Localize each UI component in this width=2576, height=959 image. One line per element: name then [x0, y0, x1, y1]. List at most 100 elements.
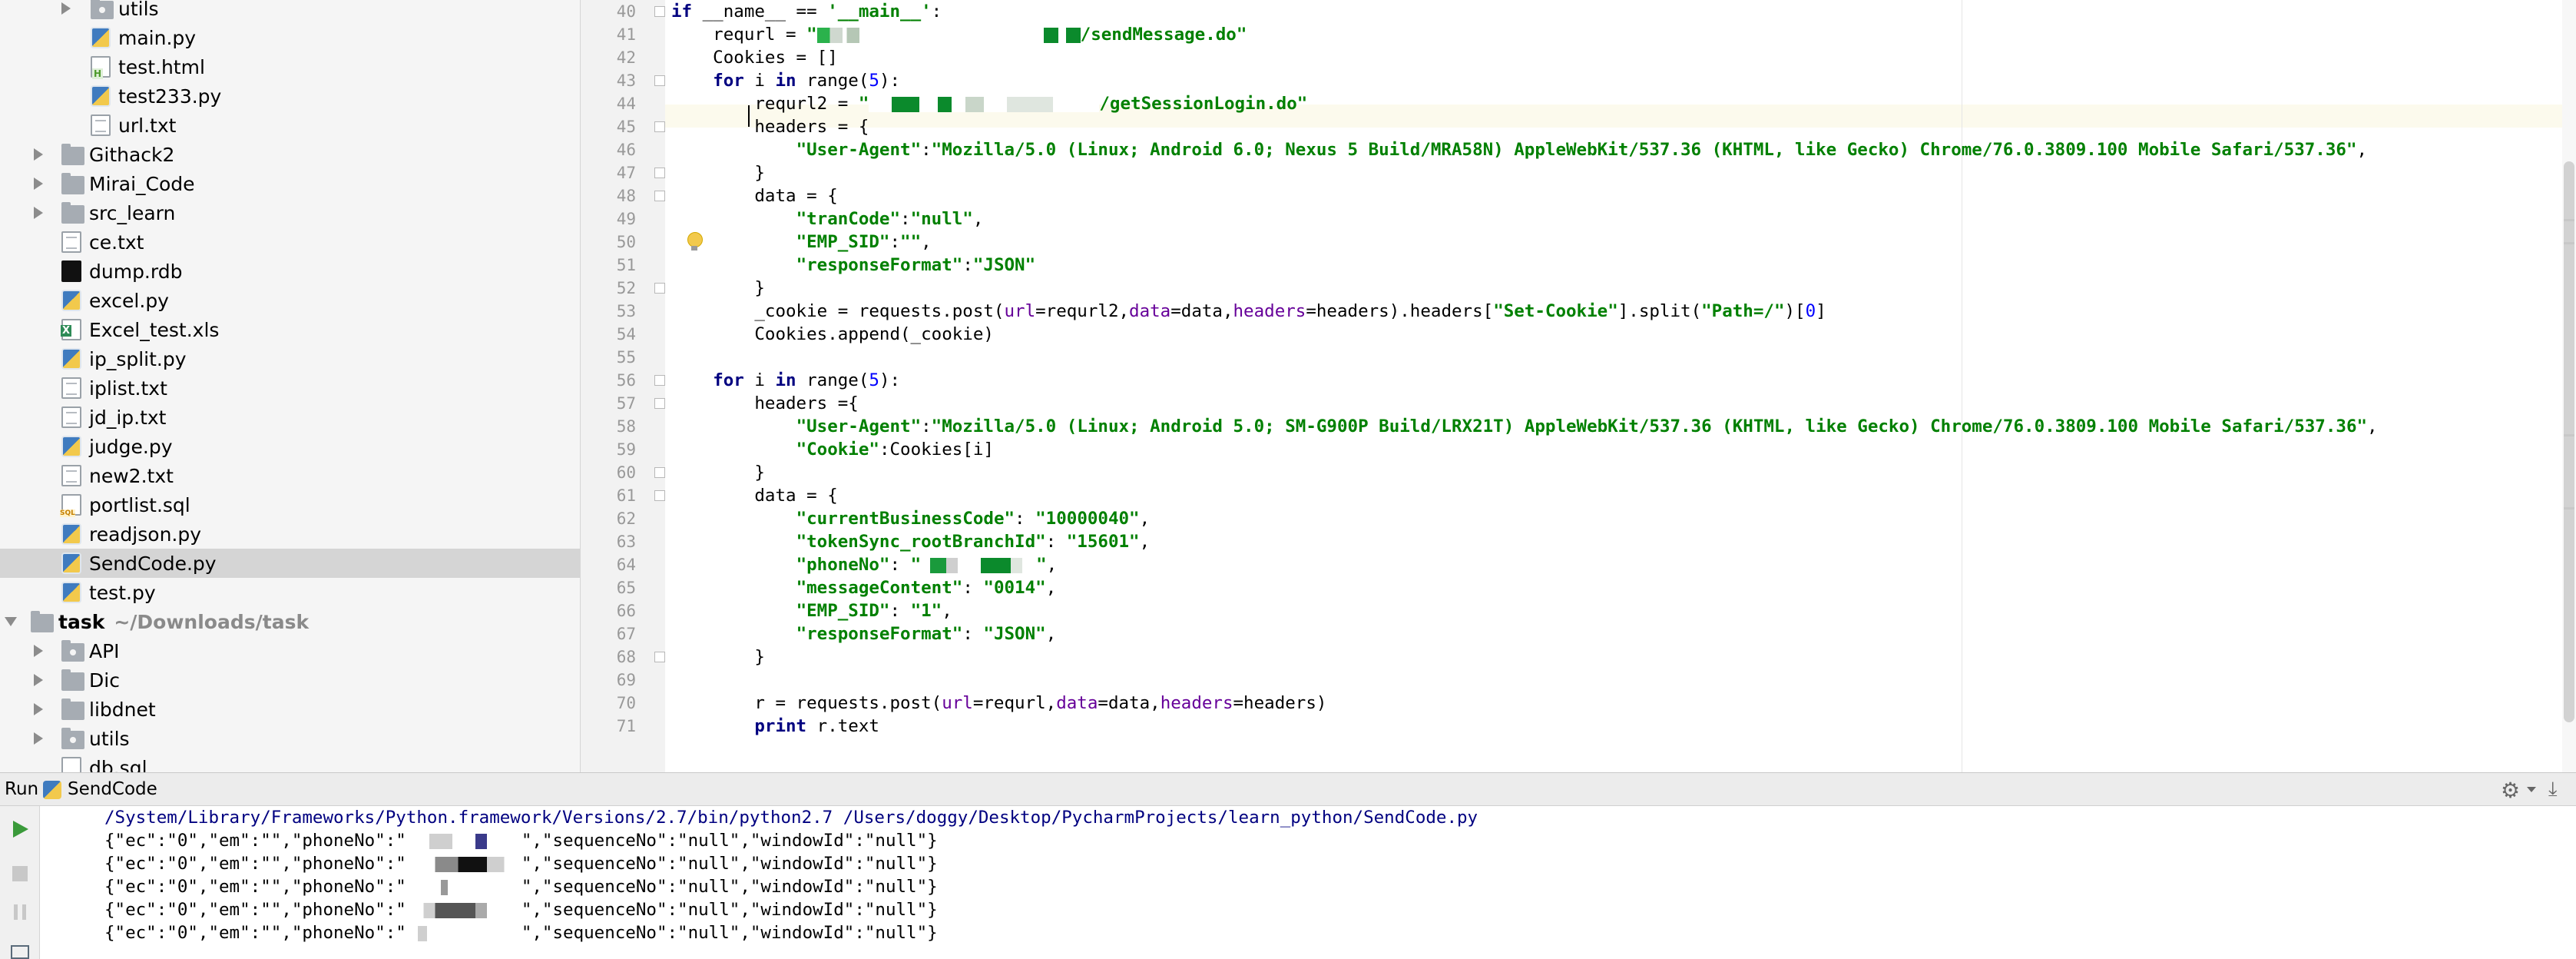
tree-item[interactable]: SendCode.py — [0, 549, 580, 578]
pause-icon[interactable] — [9, 901, 31, 923]
redacted-url-block — [869, 96, 1100, 112]
tree-item[interactable]: test.html — [0, 52, 580, 81]
tree-item[interactable]: task ~/Downloads/task — [0, 607, 580, 636]
fold-marker-icon[interactable] — [654, 191, 665, 201]
tree-item[interactable]: test233.py — [0, 81, 580, 111]
fold-marker-icon[interactable] — [654, 375, 665, 386]
expand-arrow-icon[interactable] — [61, 2, 71, 15]
tree-item[interactable]: portlist.sql — [0, 490, 580, 519]
gear-icon[interactable]: ⚙ — [2501, 778, 2520, 803]
code-line-53: _cookie = requests.post(url=requrl2,data… — [671, 301, 1826, 321]
code-line-51: "responseFormat":"JSON" — [796, 255, 1036, 275]
run-config-name[interactable]: SendCode — [68, 779, 157, 799]
tree-item[interactable]: jd_ip.txt — [0, 403, 580, 432]
editor-scrollbar-thumb[interactable] — [2564, 161, 2574, 722]
console-output-suffix: ","sequenceNo":"null","windowId":"null"} — [521, 854, 938, 874]
code-line-62: "currentBusinessCode": "10000040", — [796, 509, 1151, 529]
tree-item-label: main.py — [118, 26, 197, 49]
fold-marker-icon[interactable] — [654, 168, 665, 178]
redacted-url-block — [859, 28, 1044, 43]
fold-marker-icon[interactable] — [654, 467, 665, 478]
fold-marker-icon[interactable] — [654, 398, 665, 409]
line-number: 43 — [616, 71, 636, 90]
expand-arrow-icon[interactable] — [34, 207, 43, 219]
fold-marker-icon[interactable] — [654, 121, 665, 132]
sql-file-icon — [61, 757, 81, 772]
error-stripe-marker[interactable] — [2564, 434, 2574, 436]
fold-marker-icon[interactable] — [654, 6, 665, 17]
tree-item[interactable]: dump.rdb — [0, 257, 580, 286]
tree-item[interactable]: main.py — [0, 23, 580, 52]
redacted-phone-block — [406, 833, 521, 849]
code-line-41: requrl = "/sendMessage.do" — [671, 25, 1247, 45]
console-output-line: {"ec":"0","em":"","phoneNo":" ","sequence… — [104, 852, 938, 875]
run-console-output[interactable]: /System/Library/Frameworks/Python.framew… — [40, 806, 2576, 959]
tree-item[interactable]: excel.py — [0, 286, 580, 315]
line-number: 46 — [616, 141, 636, 159]
python-file-icon — [61, 582, 81, 603]
expand-arrow-icon[interactable] — [34, 703, 43, 715]
tree-item-label: libdnet — [89, 698, 156, 721]
error-stripe-marker[interactable] — [2564, 507, 2574, 509]
tree-item[interactable]: db.sql — [0, 753, 580, 772]
tree-item[interactable]: Excel_test.xls — [0, 315, 580, 344]
folder-icon — [61, 202, 84, 224]
code-editor[interactable]: if __name__ == '__main__': requrl = "/se… — [665, 0, 2562, 772]
tree-item[interactable]: src_learn — [0, 198, 580, 227]
line-number: 50 — [616, 233, 636, 251]
line-number: 53 — [616, 302, 636, 320]
expand-arrow-icon[interactable] — [34, 732, 43, 745]
stop-icon[interactable] — [9, 863, 31, 884]
tree-item-label: jd_ip.txt — [89, 406, 167, 429]
code-line-50: "EMP_SID":"", — [796, 232, 932, 252]
tree-item[interactable]: new2.txt — [0, 461, 580, 490]
line-number: 69 — [616, 671, 636, 689]
tree-item[interactable]: readjson.py — [0, 519, 580, 549]
tree-item[interactable]: url.txt — [0, 111, 580, 140]
error-stripe-marker[interactable] — [2564, 219, 2574, 221]
text-caret — [748, 105, 750, 127]
tree-item-label: dump.rdb — [89, 260, 183, 283]
tree-item[interactable]: libdnet — [0, 695, 580, 724]
line-number: 51 — [616, 256, 636, 274]
tree-item[interactable]: Githack2 — [0, 140, 580, 169]
line-number: 70 — [616, 694, 636, 712]
tree-item[interactable]: iplist.txt — [0, 373, 580, 403]
tree-item[interactable]: ce.txt — [0, 227, 580, 257]
layout-icon[interactable] — [9, 941, 31, 959]
fold-marker-icon[interactable] — [654, 75, 665, 86]
console-output-prefix: {"ec":"0","em":"","phoneNo":" — [104, 854, 406, 874]
tree-item[interactable]: utils — [0, 0, 580, 23]
line-number: 49 — [616, 210, 636, 228]
fold-marker-icon[interactable] — [654, 652, 665, 662]
expand-arrow-open-icon[interactable] — [5, 617, 17, 626]
chevron-down-icon[interactable] — [2527, 787, 2536, 792]
python-file-icon — [61, 553, 81, 574]
run-tab-label[interactable]: Run — [5, 779, 38, 799]
code-line-44: requrl2 = "/getSessionLogin.do" — [671, 94, 1308, 114]
expand-arrow-icon[interactable] — [34, 645, 43, 657]
intention-bulb-icon[interactable] — [686, 232, 703, 252]
code-line-64: "phoneNo": " ", — [796, 555, 1058, 575]
tree-item[interactable]: ip_split.py — [0, 344, 580, 373]
fold-marker-icon[interactable] — [654, 490, 665, 501]
tree-item-label: utils — [89, 727, 130, 750]
tree-item[interactable]: utils — [0, 724, 580, 753]
tree-item[interactable]: API — [0, 636, 580, 665]
tree-item[interactable]: test.py — [0, 578, 580, 607]
tree-item[interactable]: Mirai_Code — [0, 169, 580, 198]
error-stripe-marker[interactable] — [2564, 242, 2574, 244]
hide-panel-icon[interactable]: ⤓ — [2548, 778, 2558, 801]
fold-marker-icon[interactable] — [654, 283, 665, 294]
expand-arrow-icon[interactable] — [34, 178, 43, 190]
rerun-icon[interactable] — [9, 818, 31, 840]
python-file-icon — [61, 523, 81, 545]
redacted-phone-block — [921, 557, 1037, 573]
tree-item[interactable]: Dic — [0, 665, 580, 695]
expand-arrow-icon[interactable] — [34, 148, 43, 161]
code-line-52: } — [671, 278, 765, 298]
excel-file-icon — [61, 319, 81, 340]
project-tree: utils main.py test.html test233.py url.txt Gi… — [0, 0, 581, 772]
expand-arrow-icon[interactable] — [34, 674, 43, 686]
tree-item[interactable]: judge.py — [0, 432, 580, 461]
